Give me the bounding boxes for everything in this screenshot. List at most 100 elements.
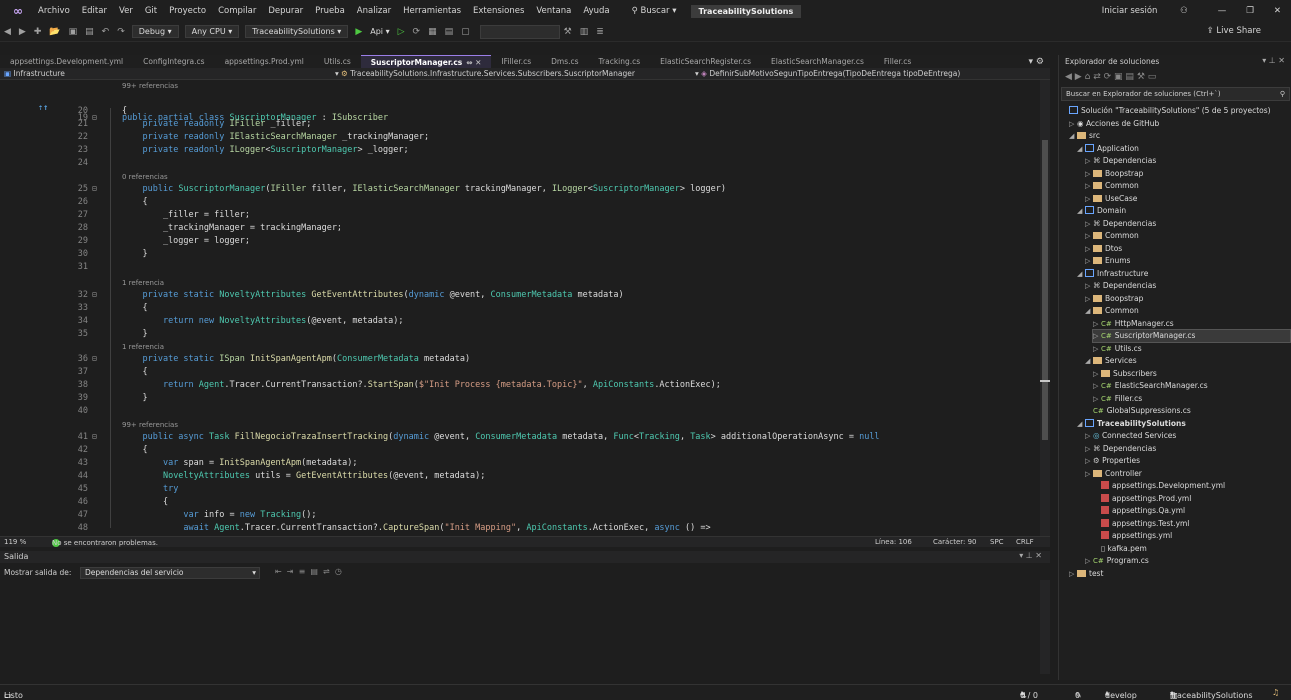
expand-toggle-icon[interactable]: ▷ (1085, 230, 1093, 242)
fold-toggle[interactable]: ⊟ (92, 354, 97, 363)
branch-selector[interactable]: ⑂ develop ▴ (1105, 688, 1137, 700)
editor-tab[interactable]: SuscriptorManager.cs ⇔ ✕ (360, 55, 492, 68)
preview-icon[interactable]: ▭ (1148, 72, 1157, 82)
expand-toggle-icon[interactable]: ▷ (1085, 443, 1093, 455)
codelens-references[interactable]: 1 referencia (122, 279, 164, 289)
expand-toggle-icon[interactable]: ▷ (1093, 330, 1101, 342)
format-icon[interactable]: ≣ (596, 27, 604, 37)
zoom-level[interactable]: 119 % (4, 538, 26, 546)
menu-ver[interactable]: Ver (113, 6, 139, 16)
expand-toggle-icon[interactable]: ▷ (1085, 293, 1093, 305)
tree-node[interactable]: ▷ ⌘ Dependencias (1085, 155, 1156, 167)
editor-tab[interactable]: appsettings.Development.yml (0, 55, 133, 68)
deploy-icon[interactable]: ▦ (428, 27, 437, 37)
expand-toggle-icon[interactable]: ▷ (1093, 318, 1101, 330)
bookmark-icon[interactable]: ▢ (461, 27, 470, 37)
tree-node[interactable]: ▷ UseCase (1085, 193, 1137, 205)
scrollbar-thumb[interactable] (1042, 140, 1048, 440)
menu-analizar[interactable]: Analizar (351, 6, 397, 16)
properties-icon[interactable]: ⚒ (1137, 72, 1145, 82)
menu-compilar[interactable]: Compilar (212, 6, 262, 16)
new-item-icon[interactable]: ✚ (34, 27, 42, 37)
expand-toggle-icon[interactable]: ▷ (1093, 393, 1101, 405)
tree-node[interactable]: appsettings.Test.yml (1093, 518, 1189, 530)
expand-toggle-icon[interactable]: ▷ (1085, 168, 1093, 180)
tree-node[interactable]: ▷ Dtos (1085, 243, 1122, 255)
prev-message-icon[interactable]: ⇥ (287, 567, 294, 576)
tree-node[interactable]: ▷ ⚙ Properties (1085, 455, 1140, 467)
editor-tab[interactable]: ElasticSearchRegister.cs (650, 55, 761, 68)
codelens-references[interactable]: 1 referencia (122, 343, 164, 353)
tree-node[interactable]: ▷ Controller (1085, 468, 1142, 480)
repository-selector[interactable]: ▥ TraceabilitySolutions ▴ (1170, 688, 1253, 700)
tree-node[interactable]: ▷ ⌘ Dependencias (1085, 280, 1156, 292)
comment-icon[interactable]: ▤ (445, 27, 454, 37)
codelens-references[interactable]: 0 referencias (122, 173, 168, 183)
timestamp-icon[interactable]: ◷ (335, 567, 342, 576)
expand-toggle-icon[interactable]: ◢ (1069, 130, 1077, 142)
tree-node[interactable]: C# GlobalSuppressions.cs (1085, 405, 1191, 417)
tree-node[interactable]: ◢ src (1069, 130, 1100, 142)
whitespace-indicator[interactable]: SPC (990, 538, 1004, 546)
sync-icon[interactable]: ⟳ (1104, 72, 1112, 82)
expand-toggle-icon[interactable]: ◢ (1077, 143, 1085, 155)
menu-proyecto[interactable]: Proyecto (163, 6, 212, 16)
menu-ayuda[interactable]: Ayuda (577, 6, 615, 16)
expand-toggle-icon[interactable]: ▷ (1093, 343, 1101, 355)
configuration-dropdown[interactable]: Debug ▾ (131, 25, 179, 38)
tree-node[interactable]: ▷ ⌘ Dependencias (1085, 218, 1156, 230)
codelens-references[interactable]: 99+ referencias (122, 421, 178, 431)
expand-toggle-icon[interactable]: ▷ (1093, 368, 1101, 380)
menu-archivo[interactable]: Archivo (32, 6, 76, 16)
close-tab-icon[interactable]: ⇔ ✕ (466, 58, 481, 67)
expand-toggle-icon[interactable]: ▷ (1085, 180, 1093, 192)
collapse-all-icon[interactable]: ▣ (1114, 72, 1123, 82)
menu-prueba[interactable]: Prueba (309, 6, 351, 16)
redo-icon[interactable]: ↷ (117, 27, 125, 37)
save-icon[interactable]: ▣ (69, 27, 78, 37)
open-file-icon[interactable]: 📂 (49, 27, 60, 37)
back-icon[interactable]: ◀ (1065, 72, 1072, 82)
line-ending-indicator[interactable]: CRLF (1016, 538, 1034, 546)
expand-toggle-icon[interactable]: ▷ (1093, 380, 1101, 392)
editor-tab[interactable]: Tracking.cs (589, 55, 651, 68)
class-dropdown[interactable]: ▾ ⚙ TraceabilitySolutions.Infrastructure… (335, 68, 635, 80)
tree-node[interactable]: ▷ Common (1085, 180, 1139, 192)
notifications-icon[interactable]: ♫ (1272, 688, 1279, 697)
tree-node[interactable]: ▷ C# Filler.cs (1093, 393, 1142, 405)
tree-node[interactable]: ▷ C# Utils.cs (1093, 343, 1142, 355)
menu-ventana[interactable]: Ventana (530, 6, 577, 16)
platform-dropdown[interactable]: Any CPU ▾ (184, 25, 240, 38)
word-wrap-icon[interactable]: ▤ (310, 567, 318, 576)
expand-toggle-icon[interactable]: ▷ (1069, 118, 1077, 130)
tree-node[interactable]: ▷ Boopstrap (1085, 293, 1143, 305)
back-icon[interactable]: ◀ (4, 27, 11, 37)
editor-tab[interactable]: Filler.cs (874, 55, 921, 68)
changes-indicator[interactable]: ⇅ 0 / 0 ▴ (1020, 688, 1038, 700)
tree-node[interactable]: ▷ test (1069, 568, 1103, 580)
undo-icon[interactable]: ↶ (102, 27, 110, 37)
expand-toggle-icon[interactable]: ▷ (1085, 155, 1093, 167)
tree-node[interactable]: ▷ C# SuscriptorManager.cs (1092, 329, 1291, 343)
global-search-button[interactable]: ⚲ Buscar ▾ (624, 3, 685, 19)
tree-node[interactable]: appsettings.Development.yml (1093, 480, 1225, 492)
tree-node[interactable]: ▷ Common (1085, 230, 1139, 242)
tree-node[interactable]: appsettings.Prod.yml (1093, 493, 1191, 505)
expand-toggle-icon[interactable]: ◢ (1077, 205, 1085, 217)
fold-toggle[interactable]: ⊟ (92, 290, 97, 299)
tree-node[interactable]: ▷ ◉ Acciones de GitHub (1069, 118, 1159, 130)
code-editor[interactable]: 99+ referencias ⇡↑ 19 ⊟ public partial cla… (0, 80, 1050, 536)
project-dropdown[interactable]: ▣ Infrastructure (4, 68, 65, 80)
panel-pin-icon[interactable]: ▾ ⊥ ✕ (1262, 56, 1285, 65)
tab-list-icon[interactable]: ▾ ⚙ (1029, 57, 1044, 67)
editor-scrollbar[interactable] (1040, 80, 1050, 536)
toggle-wrap-icon[interactable]: ⇌ (323, 567, 330, 576)
refresh-icon[interactable]: ⟳ (413, 27, 421, 37)
forward-icon[interactable]: ▶ (19, 27, 26, 37)
tree-node[interactable]: ▷ Enums (1085, 255, 1130, 267)
expand-toggle-icon[interactable]: ▷ (1085, 193, 1093, 205)
maximize-button[interactable]: ❐ (1246, 6, 1254, 16)
char-indicator[interactable]: Carácter: 90 (933, 538, 977, 546)
expand-toggle-icon[interactable]: ▷ (1085, 455, 1093, 467)
tree-node[interactable]: ◢ Common (1085, 305, 1139, 317)
